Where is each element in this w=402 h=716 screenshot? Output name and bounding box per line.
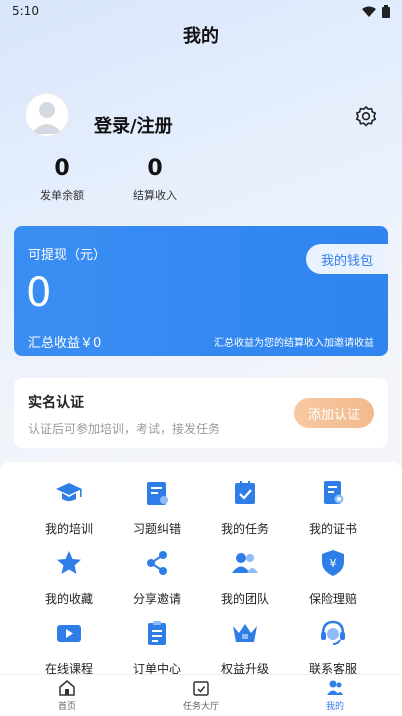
gear-icon[interactable] — [354, 104, 378, 128]
status-time: 5:10 — [12, 4, 39, 18]
svg-text:¥: ¥ — [330, 557, 337, 570]
grid-item-insurance-claims[interactable]: ¥ 保险理赔 — [288, 548, 378, 608]
crown-icon — [233, 624, 257, 642]
avatar-placeholder-icon — [31, 102, 63, 134]
verification-description: 认证后可参加培训，考试，接发任务 — [28, 422, 221, 436]
star-icon — [57, 551, 81, 574]
wifi-icon — [362, 6, 376, 17]
tab-label: 任务大厅 — [182, 702, 219, 712]
battery-icon — [382, 5, 390, 18]
grid-item-my-certificates[interactable]: 我的证书 — [288, 478, 378, 538]
grid-item-online-courses[interactable]: 在线课程 — [24, 618, 114, 678]
task-icon — [235, 481, 255, 504]
real-name-verification-card: 实名认证 认证后可参加培训，考试，接发任务 添加认证 — [14, 378, 388, 448]
share-icon — [147, 551, 167, 575]
wallet-card: 可提现（元） 0 我的钱包 汇总收益￥0 汇总收益为您的结算收入加邀请收益 — [14, 226, 388, 356]
grid-item-label: 我的收藏 — [44, 592, 93, 606]
status-bar: 5:10 — [0, 0, 402, 24]
grid-item-my-training[interactable]: 我的培训 — [24, 478, 114, 538]
grid-item-order-center[interactable]: 订单中心 — [112, 618, 202, 678]
page-title: 我的 — [183, 26, 219, 47]
withdraw-amount: 0 — [26, 270, 52, 316]
grid-item-label: 保险理赔 — [308, 592, 357, 606]
graduation-cap-icon — [56, 483, 82, 501]
profile-icon — [327, 680, 343, 695]
status-icons — [362, 5, 390, 18]
stat-label: 发单余额 — [40, 189, 84, 202]
stat-settlement-income[interactable]: 0 结算收入 — [115, 156, 195, 203]
tab-label: 我的 — [325, 702, 344, 712]
insurance-icon: ¥ — [322, 550, 344, 576]
avatar[interactable] — [24, 92, 70, 138]
login-register-link[interactable]: 登录/注册 — [94, 112, 173, 138]
grid-item-share-invite[interactable]: 分享邀请 — [112, 548, 202, 608]
grid-item-label: 我的培训 — [44, 522, 93, 536]
service-icon — [321, 620, 345, 645]
exercise-icon — [147, 482, 168, 505]
grid-item-label: 分享邀请 — [132, 592, 181, 606]
total-earnings: 汇总收益￥0 — [28, 336, 102, 351]
grid-item-label: 我的任务 — [220, 522, 269, 536]
grid-item-label: 我的证书 — [308, 522, 357, 536]
earnings-note: 汇总收益为您的结算收入加邀请收益 — [214, 338, 374, 349]
stat-label: 结算收入 — [133, 189, 177, 202]
certificate-icon — [324, 481, 344, 504]
grid-item-label: 我的团队 — [220, 592, 269, 606]
video-icon — [57, 625, 81, 642]
grid-item-label: 习题纠错 — [132, 522, 181, 536]
stat-value: 0 — [147, 156, 163, 181]
verification-title: 实名认证 — [28, 395, 84, 411]
tab-label: 首页 — [57, 702, 76, 712]
stat-value: 0 — [54, 156, 70, 181]
order-icon — [148, 621, 166, 645]
task-hall-icon — [193, 681, 209, 696]
grid-item-my-favorites[interactable]: 我的收藏 — [24, 548, 114, 608]
grid-item-exercise-correction[interactable]: 习题纠错 — [112, 478, 202, 538]
stat-order-balance[interactable]: 0 发单余额 — [22, 156, 102, 203]
home-icon — [59, 680, 75, 696]
feature-grid: 我的培训 习题纠错 我的任务 我的证书 我的收藏 分享邀请 我的团队 ¥ 保险理… — [0, 462, 402, 678]
grid-item-benefits-upgrade[interactable]: 权益升级 — [200, 618, 290, 678]
withdraw-label: 可提现（元） — [28, 248, 107, 263]
add-verification-button[interactable]: 添加认证 — [294, 398, 374, 428]
tab-home[interactable]: 首页 — [27, 679, 107, 712]
grid-item-contact-service[interactable]: 联系客服 — [288, 618, 378, 678]
tab-my[interactable]: 我的 — [295, 679, 375, 712]
grid-item-my-team[interactable]: 我的团队 — [200, 548, 290, 608]
my-wallet-button[interactable]: 我的钱包 — [306, 244, 388, 274]
bottom-tab-bar: 首页 任务大厅 我的 — [0, 674, 402, 716]
grid-item-my-tasks[interactable]: 我的任务 — [200, 478, 290, 538]
team-icon — [232, 553, 258, 573]
tab-task-hall[interactable]: 任务大厅 — [161, 679, 241, 712]
